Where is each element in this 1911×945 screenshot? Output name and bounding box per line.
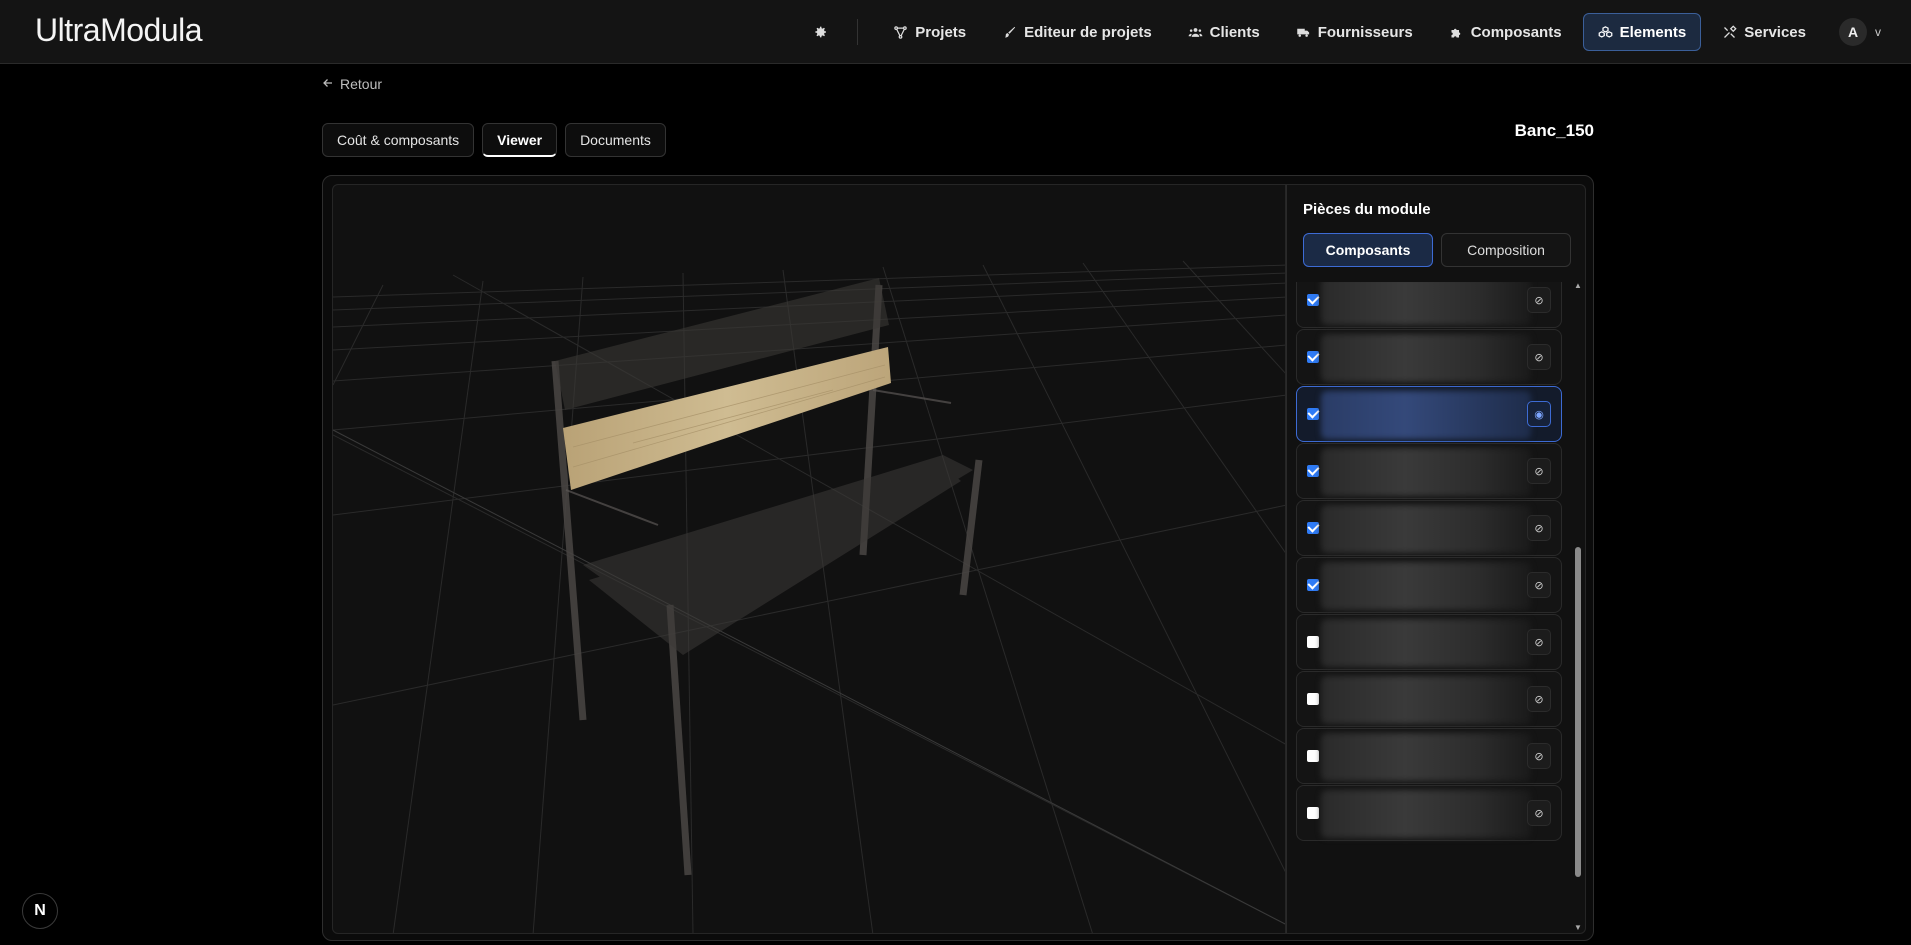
nav-label: Clients — [1209, 23, 1260, 41]
list-item[interactable]: ⊘ — [1296, 443, 1562, 499]
gear-icon[interactable] — [801, 13, 839, 51]
3d-viewer-canvas[interactable] — [332, 184, 1286, 934]
nav-divider — [857, 19, 859, 45]
scroll-up-icon[interactable]: ▲ — [1574, 282, 1582, 290]
project-graph-icon — [894, 25, 908, 39]
tab-documents[interactable]: Documents — [565, 123, 666, 157]
eye-off-icon[interactable]: ⊘ — [1527, 686, 1551, 712]
tab-viewer[interactable]: Viewer — [482, 123, 558, 157]
nav-item-clients[interactable]: Clients — [1173, 13, 1275, 51]
eye-off-icon[interactable]: ⊘ — [1527, 743, 1551, 769]
part-name-redacted — [1321, 448, 1531, 496]
chevron-down-icon[interactable]: v — [1875, 25, 1881, 39]
nav-label: Fournisseurs — [1317, 23, 1413, 41]
back-link[interactable]: Retour — [322, 76, 382, 92]
list-item-selected[interactable]: ◉ — [1296, 386, 1562, 442]
eye-off-icon[interactable]: ⊘ — [1527, 344, 1551, 370]
list-item[interactable]: ⊘ — [1296, 329, 1562, 385]
brand-logo[interactable]: UltraModula — [35, 12, 203, 49]
module-title: Banc_150 — [1514, 121, 1594, 140]
nav-item-elements[interactable]: Elements — [1582, 13, 1702, 51]
truck-icon — [1296, 28, 1309, 37]
part-checkbox[interactable] — [1307, 522, 1319, 534]
user-menu[interactable]: A v — [1839, 18, 1881, 46]
arrow-left-icon — [322, 76, 334, 92]
part-checkbox[interactable] — [1307, 351, 1319, 363]
scroll-down-icon[interactable]: ▼ — [1574, 924, 1582, 932]
bench-seat — [583, 455, 973, 655]
part-checkbox[interactable] — [1307, 693, 1319, 705]
top-header: UltraModula Projets Editeur de projets C… — [0, 0, 1911, 64]
part-checkbox[interactable] — [1307, 465, 1319, 477]
nav-label: Services — [1744, 23, 1806, 41]
part-checkbox[interactable] — [1307, 807, 1319, 819]
viewer-card: Pièces du module Composants Composition … — [322, 175, 1594, 941]
nav-item-fournisseurs[interactable]: Fournisseurs — [1281, 13, 1428, 51]
part-checkbox[interactable] — [1307, 750, 1319, 762]
panel-segmented-control: Composants Composition — [1303, 233, 1571, 267]
eye-off-icon[interactable]: ⊘ — [1527, 287, 1551, 313]
part-checkbox[interactable] — [1307, 294, 1319, 306]
part-checkbox[interactable] — [1307, 408, 1319, 420]
eye-off-icon[interactable]: ⊘ — [1527, 629, 1551, 655]
parts-list: ⊘ ⊘ ◉ ⊘ ⊘ ⊘ ⊘ ⊘ ⊘ ⊘ — [1296, 282, 1570, 932]
nav-label: Editeur de projets — [1024, 23, 1152, 41]
eye-off-icon[interactable]: ⊘ — [1527, 515, 1551, 541]
part-name-redacted — [1321, 562, 1531, 610]
eye-icon[interactable]: ◉ — [1527, 401, 1551, 427]
grid-floor — [333, 260, 1285, 933]
list-item[interactable]: ⊘ — [1296, 728, 1562, 784]
users-icon — [1188, 27, 1203, 37]
list-item[interactable]: ⊘ — [1296, 614, 1562, 670]
nav-label: Elements — [1619, 23, 1687, 41]
nav-label: Projets — [915, 23, 967, 41]
part-checkbox[interactable] — [1307, 636, 1319, 648]
main-nav: Projets Editeur de projets Clients Fourn… — [801, 13, 1881, 51]
3d-scene — [333, 260, 1285, 933]
brush-icon — [1005, 26, 1016, 37]
list-item[interactable]: ⊘ — [1296, 500, 1562, 556]
back-label: Retour — [340, 76, 383, 92]
part-name-redacted — [1321, 790, 1531, 838]
nav-label: Composants — [1470, 23, 1562, 41]
list-item[interactable]: ⊘ — [1296, 785, 1562, 841]
list-item[interactable]: ⊘ — [1296, 671, 1562, 727]
list-item[interactable]: ⊘ — [1296, 557, 1562, 613]
eye-off-icon[interactable]: ⊘ — [1527, 572, 1551, 598]
parts-list-scrollbar[interactable]: ▲ ▼ — [1573, 282, 1583, 932]
nav-item-editeur[interactable]: Editeur de projets — [987, 13, 1167, 51]
nav-item-composants[interactable]: Composants — [1434, 13, 1577, 51]
part-name-redacted — [1321, 733, 1531, 781]
nextjs-badge-icon[interactable]: N — [22, 893, 58, 929]
eye-off-icon[interactable]: ⊘ — [1527, 458, 1551, 484]
puzzle-icon — [1451, 28, 1460, 37]
nav-item-services[interactable]: Services — [1707, 13, 1821, 51]
part-name-redacted — [1321, 676, 1531, 724]
part-name-redacted — [1321, 505, 1531, 553]
list-item[interactable]: ⊘ — [1296, 282, 1562, 328]
blocks-icon — [1598, 25, 1612, 38]
tools-icon — [1724, 24, 1737, 38]
module-parts-panel: Pièces du module Composants Composition … — [1286, 184, 1586, 934]
segment-composants[interactable]: Composants — [1303, 233, 1433, 267]
part-name-redacted — [1321, 334, 1531, 382]
part-name-redacted — [1321, 619, 1531, 667]
part-checkbox[interactable] — [1307, 579, 1319, 591]
view-tabs: Coût & composants Viewer Documents — [322, 123, 666, 157]
tab-cout-composants[interactable]: Coût & composants — [322, 123, 475, 157]
avatar[interactable]: A — [1839, 18, 1867, 46]
nav-item-projets[interactable]: Projets — [878, 13, 981, 51]
segment-composition[interactable]: Composition — [1441, 233, 1571, 267]
scrollbar-thumb[interactable] — [1575, 547, 1581, 877]
part-name-redacted — [1321, 391, 1531, 439]
panel-title: Pièces du module — [1303, 201, 1431, 218]
part-name-redacted — [1321, 282, 1531, 325]
eye-off-icon[interactable]: ⊘ — [1527, 800, 1551, 826]
